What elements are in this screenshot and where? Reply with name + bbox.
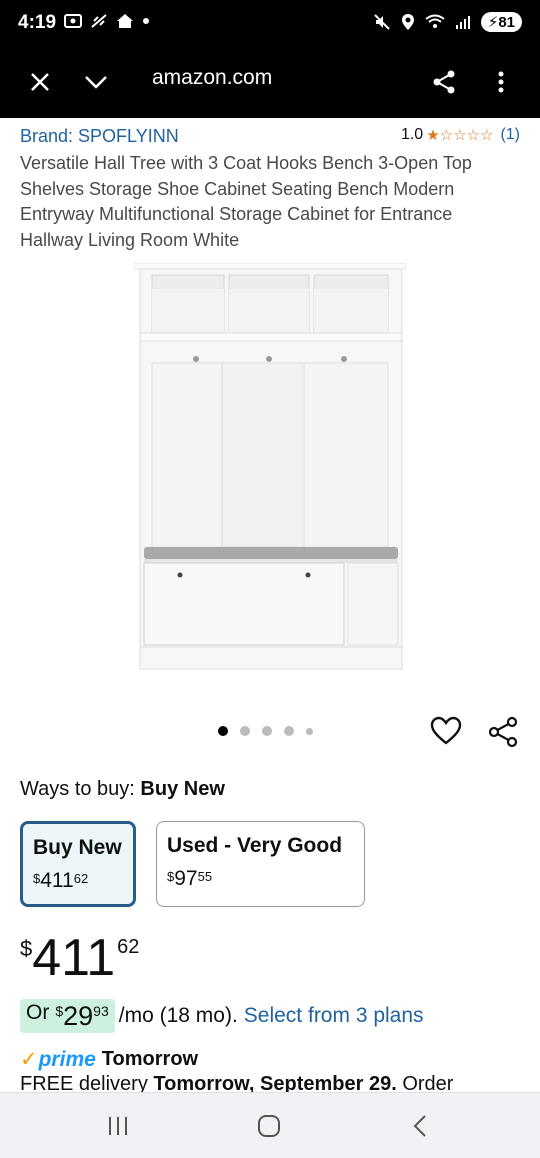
image-carousel-dots [218, 726, 313, 736]
close-icon [31, 73, 49, 91]
signal-icon [455, 16, 470, 29]
product-page: Brand: SPOFLYINN 1.0 ★☆☆☆☆ (1) Versatile… [0, 118, 540, 1092]
location-icon [401, 14, 414, 30]
price-currency: $ [20, 936, 33, 961]
browser-toolbar: amazon.com [0, 48, 540, 118]
select-plans-link[interactable]: Select from 3 plans [244, 1004, 424, 1028]
delivery-info: FREE delivery Tomorrow, September 29. Or… [20, 1073, 453, 1092]
system-navigation-bar [0, 1092, 540, 1158]
status-bar: 4:19 ⚡81 [0, 0, 540, 48]
rating-count[interactable]: (1) [500, 126, 520, 144]
rating-value: 1.0 [400, 126, 424, 143]
share-product-button[interactable] [487, 716, 521, 750]
price-fraction: 62 [117, 936, 140, 958]
carousel-dot[interactable] [284, 726, 294, 736]
wifi-icon [425, 14, 445, 28]
home-button[interactable] [249, 1111, 289, 1141]
finance-whole: 29 [63, 1001, 94, 1031]
product-image[interactable] [134, 263, 406, 671]
battery-indicator: ⚡81 [480, 12, 522, 32]
home-circle-icon [258, 1115, 280, 1137]
finance-term: /mo (18 mo). [118, 1004, 238, 1027]
status-time: 4:19 [18, 12, 57, 33]
price-whole: 411 [32, 929, 116, 987]
prime-check-icon: ✓ [20, 1048, 38, 1071]
status-right-icons: ⚡81 [373, 12, 522, 32]
carousel-dot[interactable] [262, 726, 272, 736]
product-title: Versatile Hall Tree with 3 Coat Hooks Be… [20, 153, 472, 250]
finance-prefix: Or [26, 1001, 50, 1024]
screenshot-icon [64, 14, 82, 28]
mute-icon [374, 14, 390, 30]
url-display[interactable]: amazon.com [152, 66, 272, 90]
share-icon [488, 716, 518, 748]
prime-logo: ✓ prime [20, 1047, 96, 1072]
minimize-button[interactable] [76, 62, 116, 102]
option-label: Used - Very Good [167, 834, 343, 857]
carousel-dot[interactable] [240, 726, 250, 736]
price-display: $ 411 62 [20, 928, 139, 988]
notification-dot-icon [143, 18, 149, 24]
brand-rating-row: Brand: SPOFLYINN 1.0 ★☆☆☆☆ (1) [20, 126, 520, 150]
chevron-down-icon [85, 76, 107, 89]
delivery-speed: Tomorrow [101, 1048, 199, 1070]
option-label: Buy New [33, 836, 122, 859]
recent-apps-icon [109, 1117, 127, 1135]
back-button[interactable] [400, 1111, 440, 1141]
add-to-list-button[interactable] [430, 716, 464, 748]
delivery-date: Tomorrow, September 29. [153, 1073, 397, 1092]
buy-new-option[interactable]: Buy New $41162 [20, 821, 136, 907]
status-left-icons [64, 13, 150, 29]
option-price: $41162 [33, 869, 89, 892]
rating-summary[interactable]: 1.0 ★☆☆☆☆ (1) [401, 126, 520, 144]
home-icon [117, 14, 133, 28]
delivery-suffix: Order [402, 1073, 454, 1092]
brand-link[interactable]: Brand: SPOFLYINN [20, 126, 179, 146]
ways-to-buy-value: Buy New [140, 778, 225, 800]
option-price: $9755 [167, 867, 213, 890]
share-icon [433, 70, 455, 94]
used-very-good-option[interactable]: Used - Very Good $9755 [156, 821, 365, 907]
finance-currency: $ [55, 1003, 64, 1019]
monthly-payment-row: Or $ 29 93 /mo (18 mo). Select from 3 pl… [20, 999, 424, 1033]
star-rating-icon: ★☆☆☆☆ [426, 127, 494, 144]
more-vertical-icon [498, 71, 504, 93]
ways-to-buy: Ways to buy: Buy New [20, 778, 225, 801]
recent-apps-button[interactable] [98, 1111, 138, 1141]
monthly-payment-badge: Or $ 29 93 [20, 999, 115, 1033]
link-off-icon [91, 14, 107, 28]
heart-icon [430, 716, 462, 745]
close-tab-button[interactable] [20, 62, 60, 102]
carousel-dot[interactable] [306, 727, 313, 735]
back-chevron-icon [413, 1115, 426, 1137]
carousel-dot[interactable] [218, 726, 228, 736]
share-page-button[interactable] [424, 62, 464, 102]
ways-to-buy-label: Ways to buy: [20, 778, 135, 800]
more-options-button[interactable] [481, 62, 521, 102]
battery-level: 81 [498, 14, 515, 31]
finance-fraction: 93 [93, 1003, 109, 1019]
delivery-prefix: FREE delivery [20, 1073, 148, 1092]
prime-delivery-row: ✓ prime Tomorrow [20, 1047, 198, 1072]
